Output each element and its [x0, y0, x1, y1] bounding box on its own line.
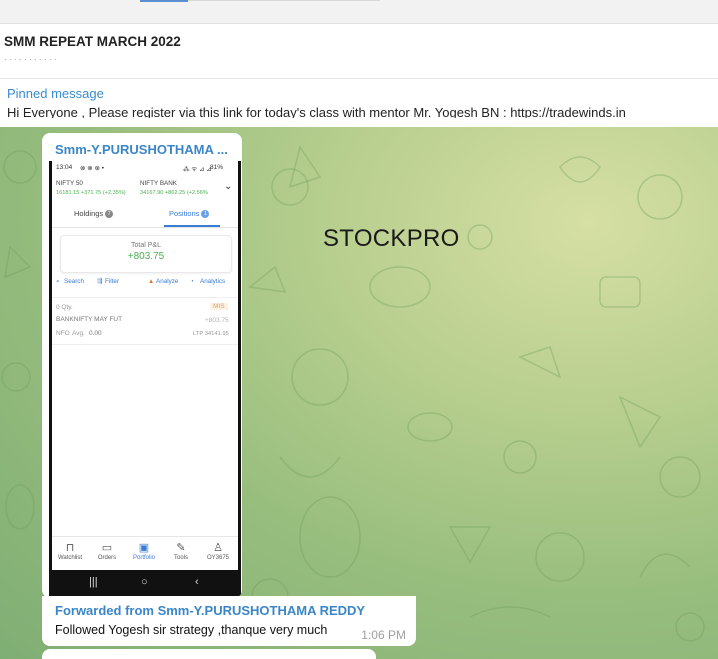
bookmark-icon: ⊓: [65, 542, 75, 554]
search-label: Search: [64, 278, 84, 285]
chevron-down-icon: ⌄: [224, 181, 233, 192]
portfolio-icon: ▣: [138, 542, 150, 554]
chat-header[interactable]: SMM REPEAT MARCH 2022 . . . . . . . . . …: [0, 24, 718, 79]
nav-watchlist: ⊓ Watchlist: [52, 541, 88, 561]
app-screen: 13:04 ⊗ ⊗ ⊕ • ⁂ ᯤ ⊿ ⊿ 81% NIFTY 50 16181…: [52, 161, 238, 570]
next-message-bubble[interactable]: [42, 649, 376, 659]
analyze-label: Analyze: [156, 278, 179, 285]
position-ltp: LTP 34141.95: [193, 331, 229, 337]
bottom-nav: ⊓ Watchlist ▭ Orders ▣ Portfolio ✎ Tools ♙ OY…: [52, 536, 238, 570]
user-icon: ♙: [213, 542, 223, 554]
filter-icon: ⇶: [97, 278, 103, 285]
position-avg-label: Avg.: [72, 330, 85, 337]
product-badge: MIS: [210, 303, 228, 310]
recents-icon: |||: [89, 576, 98, 588]
search-icon: ⌕: [56, 278, 60, 285]
image-message-bubble[interactable]: Smm-Y.PURUSHOTHAMA ... 13:04 ⊗ ⊗ ⊕ • ⁂ ᯤ…: [42, 133, 242, 598]
pinned-label: Pinned message: [7, 86, 104, 101]
analytics-label: Analytics: [200, 278, 226, 285]
tab-holdings: Holdings 7: [74, 209, 114, 219]
watermark: STOCKPRO: [323, 225, 460, 252]
status-icons: ⊗ ⊗ ⊕ •: [80, 165, 105, 172]
nifty50-value: 16181.15 +371.75 (+2.35%): [56, 190, 126, 196]
nav-portfolio: ▣ Portfolio: [126, 541, 162, 561]
back-icon: ‹: [195, 576, 199, 588]
forwarded-message[interactable]: Forwarded from Smm-Y.PURUSHOTHAMA REDDY …: [42, 596, 416, 646]
nav-tools: ✎ Tools: [163, 541, 199, 561]
forwarded-from[interactable]: Forwarded from Smm-Y.PURUSHOTHAMA REDDY: [55, 603, 365, 618]
active-tab-indicator: [164, 225, 220, 227]
pnl-value: +803.75: [127, 251, 165, 262]
position-avg-value: 0.00: [89, 330, 102, 337]
analytics-icon: ◔: [190, 278, 194, 285]
signal-icon: ⁂ ᯤ ⊿ ⊿: [183, 166, 212, 173]
screenshot-image[interactable]: 13:04 ⊗ ⊗ ⊕ • ⁂ ᯤ ⊿ ⊿ 81% NIFTY 50 16181…: [49, 161, 241, 598]
nifty50-label: NIFTY 50: [56, 180, 83, 187]
position-pnl: +803.75: [205, 317, 229, 324]
chat-title: SMM REPEAT MARCH 2022: [4, 34, 181, 49]
status-time: 13:04: [56, 164, 73, 171]
analyze-icon: ▲: [148, 278, 155, 285]
message-time: 1:06 PM: [361, 628, 406, 642]
system-nav: ||| ○ ‹: [49, 569, 241, 598]
orders-icon: ▭: [101, 542, 113, 554]
pinned-message-bar[interactable]: Pinned message Hi Everyone , Please regi…: [0, 79, 718, 128]
chat-subtitle: . . . . . . . . . . .: [4, 54, 57, 62]
total-pnl-card: Total P&L +803.75: [60, 235, 232, 273]
position-symbol: BANKNIFTY MAY FUT: [56, 316, 123, 323]
positions-toolbar: ⌕ Search ⇶ Filter ▲ Analyze ◔ Analytics: [52, 278, 238, 290]
filter-label: Filter: [105, 278, 119, 285]
portfolio-tabs: Holdings 7 Positions 1: [52, 203, 238, 228]
pnl-label: Total P&L: [131, 242, 161, 249]
tools-icon: ✎: [176, 542, 186, 554]
message-text: Followed Yogesh sir strategy ,thanque ve…: [55, 623, 328, 637]
pinned-text: Hi Everyone , Please register via this l…: [7, 105, 626, 118]
nav-account: ♙ OY3675: [200, 541, 236, 561]
niftybank-value: 34167.90 +862.25 (+2.56%: [140, 190, 208, 196]
home-icon: ○: [141, 576, 148, 588]
tab-positions: Positions 1: [169, 209, 210, 219]
position-qty: 0 Qty.: [56, 304, 73, 311]
battery-level: 81%: [210, 164, 224, 171]
message-sender[interactable]: Smm-Y.PURUSHOTHAMA ...: [55, 142, 228, 157]
top-strip: [0, 0, 718, 24]
chat-area[interactable]: STOCKPRO Smm-Y.PURUSHOTHAMA ... 13:04 ⊗ …: [0, 127, 718, 659]
tab-indicator: [140, 0, 188, 2]
niftybank-label: NIFTY BANK: [140, 180, 177, 187]
nav-orders: ▭ Orders: [89, 541, 125, 561]
position-row: 0 Qty. MIS BANKNIFTY MAY FUT +803.75 NFO…: [52, 297, 238, 345]
position-exchange: NFO: [56, 330, 70, 337]
